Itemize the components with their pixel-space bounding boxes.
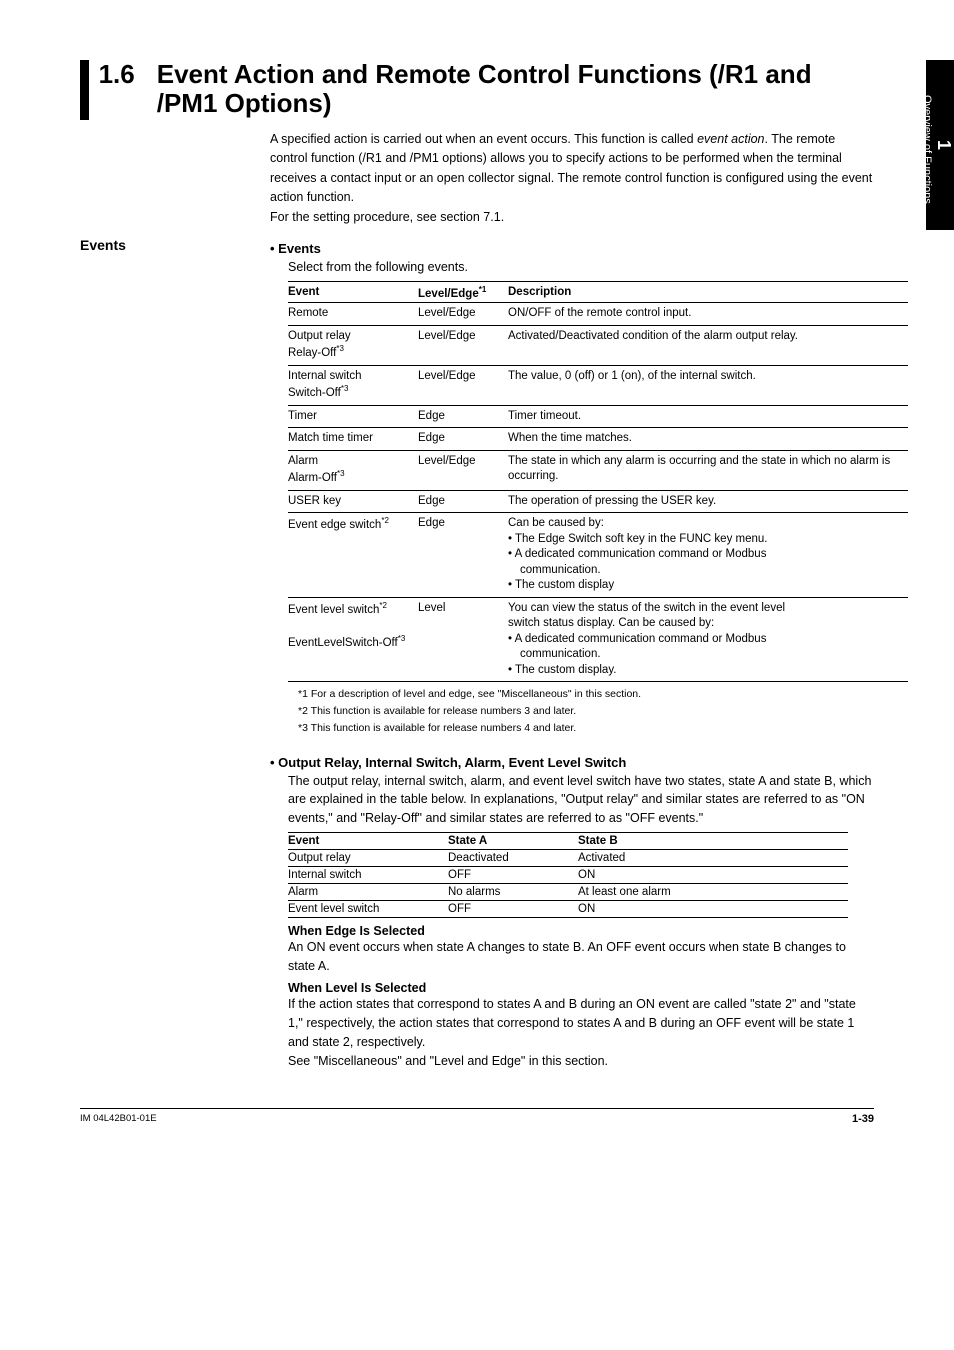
- intro-text: A specified action is carried out when a…: [270, 130, 874, 227]
- table-row: Internal switchSwitch-Off*3Level/EdgeThe…: [288, 365, 908, 405]
- level-selected-see: See "Miscellaneous" and "Level and Edge"…: [288, 1052, 874, 1071]
- table-row: Event level switchOFFON: [288, 900, 848, 917]
- chapter-tab: 1 Overview of Functions: [926, 60, 954, 230]
- edge-selected-head: When Edge Is Selected: [288, 924, 874, 938]
- footnotes: *1 For a description of level and edge, …: [298, 686, 874, 736]
- table-row: RemoteLevel/EdgeON/OFF of the remote con…: [288, 303, 908, 326]
- table-row: USER keyEdgeThe operation of pressing th…: [288, 490, 908, 513]
- events-table: Event Level/Edge*1 Description RemoteLev…: [288, 281, 908, 683]
- table-row: Match time timerEdgeWhen the time matche…: [288, 428, 908, 451]
- section-heading: 1.6 Event Action and Remote Control Func…: [80, 60, 874, 120]
- chapter-label: Overview of Functions: [921, 95, 933, 204]
- table-row: Event level switch*2 EventLevelSwitch-Of…: [288, 597, 908, 682]
- table-row: Output relayDeactivatedActivated: [288, 849, 848, 866]
- edge-selected-body: An ON event occurs when state A changes …: [288, 938, 874, 976]
- section-title: Event Action and Remote Control Function…: [157, 60, 874, 117]
- level-selected-body: If the action states that correspond to …: [288, 995, 874, 1051]
- page-number: 1-39: [852, 1113, 874, 1125]
- table-row: TimerEdgeTimer timeout.: [288, 405, 908, 428]
- table-row: Internal switchOFFON: [288, 866, 848, 883]
- events-bullet: • Events: [270, 241, 874, 256]
- table-row: AlarmNo alarmsAt least one alarm: [288, 883, 848, 900]
- table-row: Event edge switch*2 Edge Can be caused b…: [288, 513, 908, 598]
- col-event: Event: [288, 281, 418, 303]
- table-row: AlarmAlarm-Off*3Level/EdgeThe state in w…: [288, 450, 908, 490]
- events-subhead: Events: [80, 237, 126, 253]
- table-header-row: Event State A State B: [288, 832, 848, 849]
- output-relay-body: The output relay, internal switch, alarm…: [288, 772, 874, 828]
- chapter-num: 1: [933, 68, 954, 222]
- select-line: Select from the following events.: [288, 258, 874, 277]
- page-footer: IM 04L42B01-01E 1-39: [80, 1108, 874, 1125]
- heading-bar: [80, 60, 89, 120]
- level-selected-head: When Level Is Selected: [288, 981, 874, 995]
- states-table: Event State A State B Output relayDeacti…: [288, 832, 848, 918]
- col-description: Description: [508, 281, 908, 303]
- output-relay-bullet: • Output Relay, Internal Switch, Alarm, …: [270, 755, 874, 770]
- section-number: 1.6: [99, 60, 135, 89]
- table-row: Output relayRelay-Off*3Level/EdgeActivat…: [288, 325, 908, 365]
- col-level-edge: Level/Edge*1: [418, 281, 508, 303]
- manual-code: IM 04L42B01-01E: [80, 1113, 157, 1125]
- table-header-row: Event Level/Edge*1 Description: [288, 281, 908, 303]
